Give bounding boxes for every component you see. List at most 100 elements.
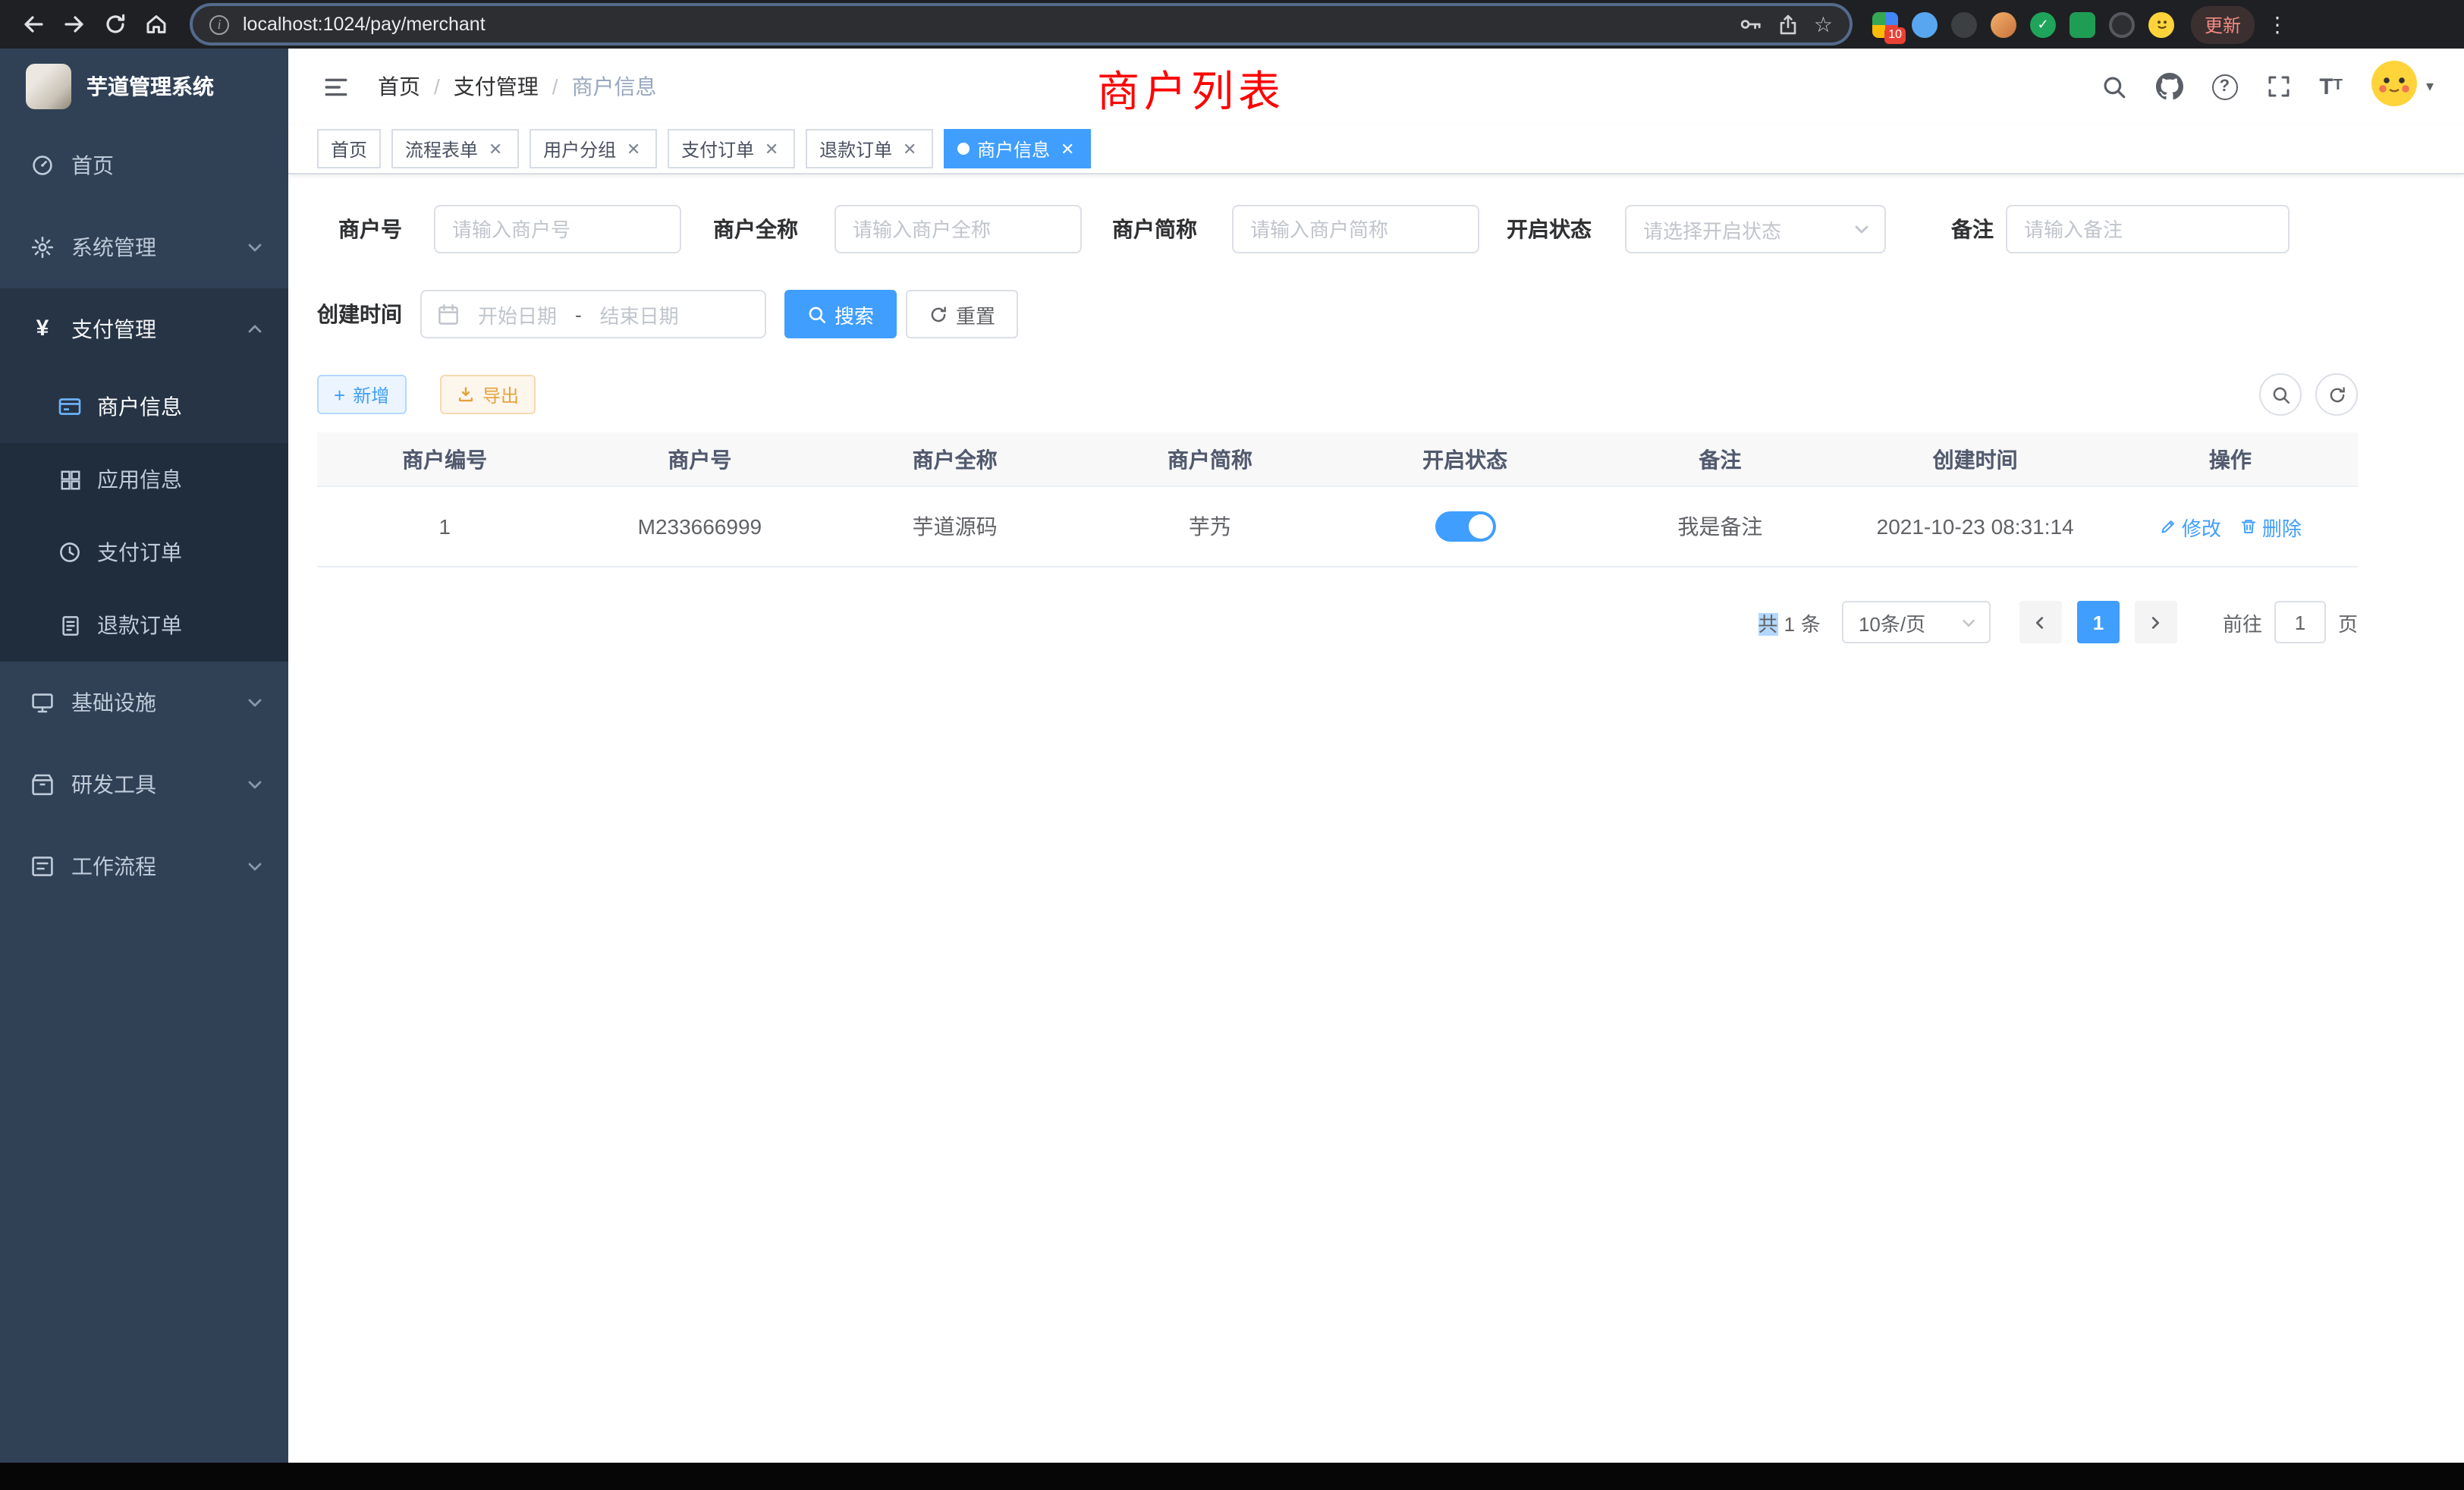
next-page-button[interactable] <box>2135 601 2177 643</box>
edit-button[interactable]: 修改 <box>2159 512 2221 541</box>
merchant-no-input[interactable] <box>434 205 681 253</box>
extension-badge: 10 <box>1884 27 1906 43</box>
reset-button[interactable]: 重置 <box>906 290 1018 338</box>
browser-update-button[interactable]: 更新 <box>2191 5 2255 43</box>
fullscreen-icon[interactable] <box>2266 74 2290 99</box>
merchant-table: 商户编号 商户号 商户全称 商户简称 开启状态 备注 创建时间 操作 1 M23… <box>317 432 2358 567</box>
short-name-input[interactable] <box>1232 205 1479 253</box>
col-header-merchant-no: 商户号 <box>572 444 827 474</box>
close-icon[interactable]: ✕ <box>1058 139 1077 159</box>
browser-address-bar[interactable]: i localhost:1024/pay/merchant ☆ <box>193 6 1850 42</box>
sidebar-item-dev-tools[interactable]: 研发工具 <box>0 743 288 825</box>
sidebar-item-payment-orders[interactable]: 支付订单 <box>0 516 288 589</box>
extension-icon-colorful[interactable]: 10 <box>1872 11 1898 37</box>
sidebar-item-merchant-info[interactable]: 商户信息 <box>0 370 288 443</box>
sidebar: 芋道管理系统 首页 系统管理 ¥ 支付管理 商户信息 <box>0 49 288 1463</box>
tab-home[interactable]: 首页 <box>317 129 381 168</box>
page-content: 商户号 商户全称 商户简称 开启状态 请选择开启状态 备注 创建时间 开始日期 <box>288 174 2464 1463</box>
plus-icon: + <box>334 385 345 404</box>
font-size-icon[interactable]: TT <box>2319 75 2343 98</box>
export-button[interactable]: 导出 <box>440 375 536 414</box>
sidebar-item-system[interactable]: 系统管理 <box>0 206 288 288</box>
tab-refund-orders[interactable]: 退款订单✕ <box>806 129 933 168</box>
sidebar-item-refund-orders[interactable]: 退款订单 <box>0 589 288 662</box>
close-icon[interactable]: ✕ <box>624 139 643 159</box>
share-icon[interactable] <box>1777 13 1800 36</box>
filter-label-create-time: 创建时间 <box>317 290 402 338</box>
extension-icon-green-square[interactable] <box>2070 11 2095 37</box>
tab-process-form[interactable]: 流程表单✕ <box>391 129 519 168</box>
tags-view-bar: 首页 流程表单✕ 用户分组✕ 支付订单✕ 退款订单✕ 商户信息✕ <box>288 124 2464 174</box>
sidebar-item-infrastructure[interactable]: 基础设施 <box>0 662 288 743</box>
search-icon <box>2271 385 2290 404</box>
prev-page-button[interactable] <box>2019 601 2062 643</box>
password-key-icon[interactable] <box>1740 12 1764 36</box>
site-info-icon[interactable]: i <box>209 14 229 34</box>
remark-input[interactable] <box>2006 205 2290 253</box>
goto-label: 前往 <box>2223 608 2262 637</box>
chevron-left-icon <box>2032 614 2049 630</box>
search-icon[interactable] <box>2101 74 2126 99</box>
breadcrumb-home[interactable]: 首页 <box>378 71 420 102</box>
avatar <box>2371 60 2417 113</box>
clock-icon <box>58 540 82 564</box>
tab-merchant-info[interactable]: 商户信息✕ <box>944 129 1091 168</box>
close-icon[interactable]: ✕ <box>486 139 505 159</box>
cell-remark: 我是备注 <box>1592 511 1847 542</box>
page-number-button[interactable]: 1 <box>2077 601 2120 643</box>
extension-icon-pinwheel[interactable] <box>2109 11 2135 37</box>
app-logo[interactable]: 芋道管理系统 <box>0 49 288 124</box>
search-button[interactable]: 搜索 <box>784 290 897 338</box>
breadcrumb-payment[interactable]: 支付管理 <box>454 71 539 102</box>
user-avatar-menu[interactable]: ▾ <box>2371 60 2434 113</box>
extension-icon-green-check[interactable]: ✓ <box>2030 11 2056 37</box>
workflow-icon <box>30 854 55 879</box>
page-size-select[interactable]: 10条/页 <box>1842 601 1991 643</box>
close-icon[interactable]: ✕ <box>900 139 919 159</box>
extension-icon-avatar[interactable] <box>1991 11 2016 37</box>
cell-actions: 修改 删除 <box>2103 512 2358 541</box>
sidebar-item-payment[interactable]: ¥ 支付管理 <box>0 288 288 370</box>
submenu-label-payment-orders: 支付订单 <box>97 537 182 567</box>
tab-payment-orders[interactable]: 支付订单✕ <box>668 129 795 168</box>
tab-user-group[interactable]: 用户分组✕ <box>530 129 657 168</box>
status-select[interactable]: 请选择开启状态 <box>1625 205 1886 253</box>
toggle-search-button[interactable] <box>2259 373 2302 416</box>
full-name-input[interactable] <box>834 205 1082 253</box>
extension-icon-dark[interactable] <box>1951 11 1977 37</box>
add-button[interactable]: + 新增 <box>317 375 406 414</box>
refresh-table-button[interactable] <box>2315 373 2358 416</box>
close-icon[interactable]: ✕ <box>762 139 781 159</box>
filter-label-short-name: 商户简称 <box>1112 205 1197 253</box>
help-icon[interactable]: ? <box>2211 74 2237 99</box>
browser-home-icon[interactable] <box>138 6 174 42</box>
browser-back-icon[interactable] <box>15 6 52 42</box>
search-icon <box>807 304 827 324</box>
browser-forward-icon[interactable] <box>56 6 93 42</box>
status-toggle[interactable] <box>1435 511 1495 542</box>
toolbox-icon <box>30 772 55 797</box>
end-date-placeholder: 结束日期 <box>594 300 685 328</box>
bookmark-star-icon[interactable]: ☆ <box>1814 11 1833 37</box>
browser-reload-icon[interactable] <box>97 6 134 42</box>
sidebar-item-workflow[interactable]: 工作流程 <box>0 825 288 907</box>
sidebar-item-home[interactable]: 首页 <box>0 124 288 206</box>
card-icon <box>58 395 82 419</box>
goto-page-input[interactable] <box>2274 601 2326 643</box>
browser-menu-icon[interactable]: ⋮ <box>2267 11 2288 37</box>
cell-status <box>1337 511 1592 542</box>
extension-icon-emoji[interactable] <box>2148 11 2174 37</box>
table-row: 1 M233666999 芋道源码 芋艿 我是备注 2021-10-23 08:… <box>317 487 2358 567</box>
extension-icon-blue-drop[interactable] <box>1912 11 1938 37</box>
date-range-picker[interactable]: 开始日期 - 结束日期 <box>420 290 766 338</box>
chevron-down-icon <box>246 775 264 794</box>
chevron-right-icon <box>2148 614 2164 630</box>
browser-toolbar: i localhost:1024/pay/merchant ☆ 10 ✓ 更新 … <box>0 0 2464 49</box>
submenu-label-merchant-info: 商户信息 <box>97 391 182 422</box>
sidebar-toggle-icon[interactable] <box>303 74 369 99</box>
sidebar-item-app-info[interactable]: 应用信息 <box>0 443 288 516</box>
delete-button[interactable]: 删除 <box>2239 512 2302 541</box>
filter-label-merchant-no: 商户号 <box>338 205 402 253</box>
github-icon[interactable] <box>2155 73 2183 100</box>
menu-label-infrastructure: 基础设施 <box>71 687 156 718</box>
